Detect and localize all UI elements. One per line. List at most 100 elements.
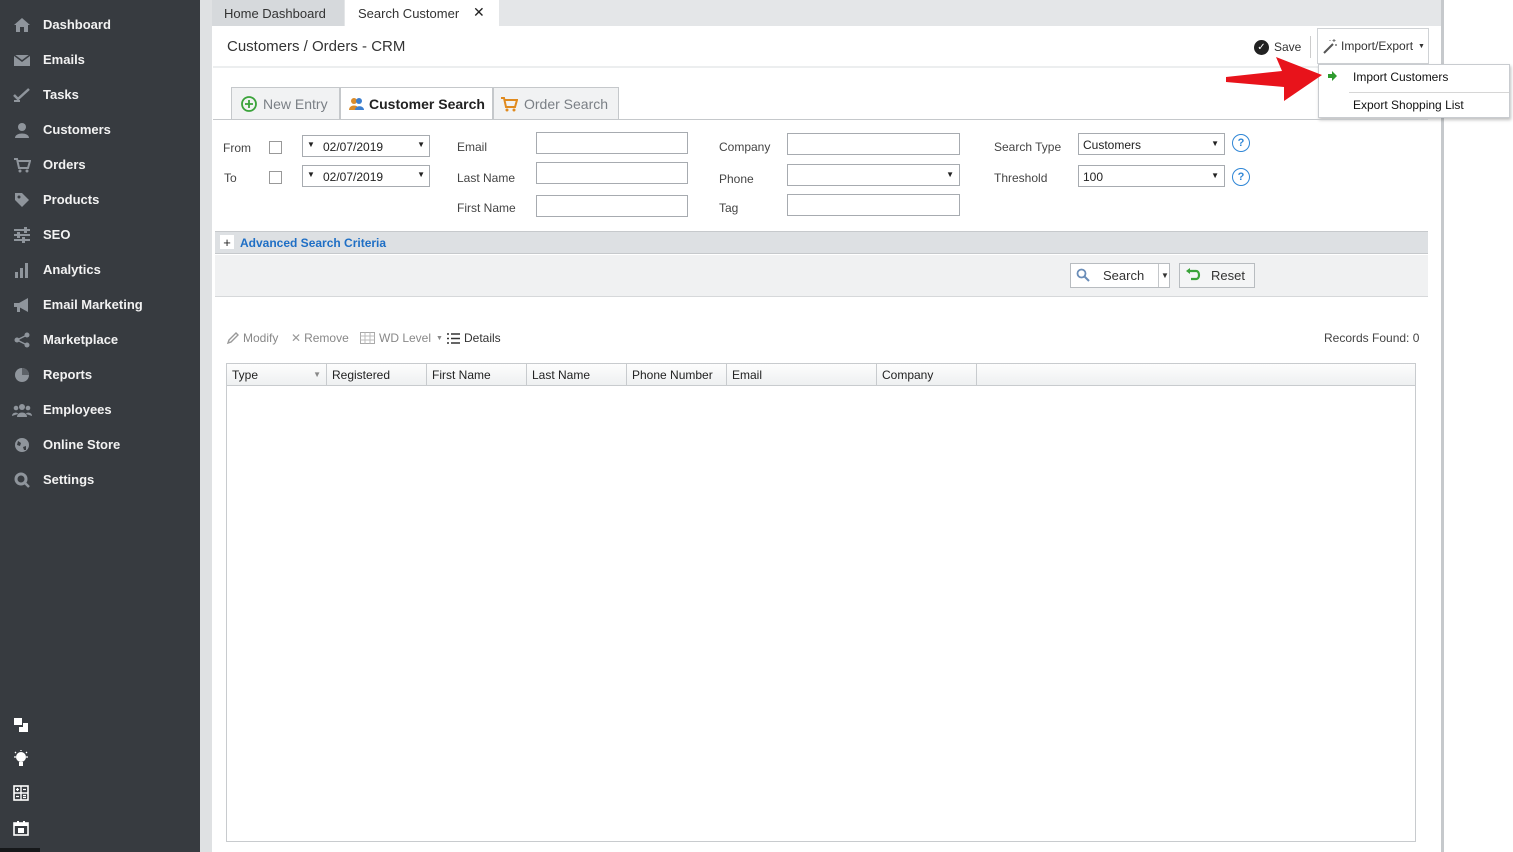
to-checkbox[interactable] bbox=[269, 171, 282, 184]
caret-down-icon: ▼ bbox=[307, 170, 315, 179]
first-name-label: First Name bbox=[457, 201, 516, 215]
threshold-select[interactable]: 100 ▼ bbox=[1078, 165, 1225, 187]
column-header-last-name[interactable]: Last Name bbox=[527, 364, 627, 385]
sidebar-item-emails[interactable]: Emails bbox=[0, 42, 200, 77]
sidebar-item-marketplace[interactable]: Marketplace bbox=[0, 322, 200, 357]
from-date-picker[interactable]: ▼ 02/07/2019 ▼ bbox=[302, 135, 430, 157]
search-button[interactable]: Search ▼ bbox=[1070, 263, 1170, 288]
sidebar-item-label: SEO bbox=[43, 227, 71, 242]
sidebar-item-label: Orders bbox=[43, 157, 86, 172]
column-header-registered[interactable]: Registered bbox=[327, 364, 427, 385]
sidebar-item-label: Products bbox=[43, 192, 100, 207]
first-name-field[interactable] bbox=[536, 195, 688, 217]
advanced-search-bar: + Advanced Search Criteria bbox=[215, 231, 1428, 254]
sidebar-item-seo[interactable]: SEO bbox=[0, 217, 200, 252]
phone-select[interactable]: ▼ bbox=[787, 164, 960, 186]
sidebar-footer-bar bbox=[0, 848, 40, 852]
tab-customer-search[interactable]: Customer Search bbox=[340, 87, 493, 120]
plus-circle-icon bbox=[241, 95, 257, 112]
subtab-divider bbox=[213, 119, 1428, 120]
save-button[interactable]: ✓ Save bbox=[1254, 37, 1301, 57]
tab-home-dashboard[interactable]: Home Dashboard bbox=[212, 0, 344, 26]
magic-wand-icon bbox=[1322, 38, 1338, 54]
column-header-company[interactable]: Company bbox=[877, 364, 977, 385]
email-label: Email bbox=[457, 140, 488, 154]
column-header-type[interactable]: Type ▼ bbox=[227, 364, 327, 385]
remove-button[interactable]: ✕ Remove bbox=[291, 330, 349, 346]
sidebar-item-label: Tasks bbox=[43, 87, 79, 102]
list-icon bbox=[447, 332, 460, 344]
lightbulb-icon[interactable] bbox=[12, 750, 30, 768]
company-field[interactable] bbox=[787, 133, 960, 155]
sidebar-item-label: Dashboard bbox=[43, 17, 111, 32]
share-icon bbox=[12, 330, 32, 350]
arrow-right-icon bbox=[1327, 71, 1337, 81]
layout-icon[interactable] bbox=[12, 716, 30, 734]
menu-item-export-shopping-list[interactable]: Export Shopping List bbox=[1353, 98, 1464, 112]
import-export-button[interactable]: Import/Export ▼ bbox=[1317, 28, 1429, 64]
chevron-down-icon[interactable]: ▼ bbox=[1161, 271, 1169, 280]
calculator-icon[interactable] bbox=[12, 784, 30, 802]
sidebar-item-online-store[interactable]: Online Store bbox=[0, 427, 200, 462]
sidebar-item-label: Employees bbox=[43, 402, 112, 417]
tab-order-search[interactable]: Order Search bbox=[493, 87, 619, 120]
last-name-label: Last Name bbox=[457, 171, 516, 185]
close-icon[interactable]: ✕ bbox=[473, 4, 485, 21]
chevron-down-icon[interactable]: ▼ bbox=[313, 370, 321, 379]
search-label: Search bbox=[1103, 268, 1145, 283]
tag-label: Tag bbox=[719, 201, 739, 215]
chevron-down-icon: ▼ bbox=[436, 334, 443, 342]
to-label: To bbox=[224, 171, 237, 185]
sidebar-item-orders[interactable]: Orders bbox=[0, 147, 200, 182]
tab-new-entry[interactable]: New Entry bbox=[231, 87, 340, 120]
tab-label: New Entry bbox=[263, 95, 328, 112]
sidebar-item-customers[interactable]: Customers bbox=[0, 112, 200, 147]
sidebar: Dashboard Emails Tasks Customers Orders … bbox=[0, 0, 200, 852]
from-label: From bbox=[223, 141, 251, 155]
tag-field[interactable] bbox=[787, 194, 960, 216]
chevron-down-icon: ▼ bbox=[946, 170, 954, 179]
wd-level-button[interactable]: WD Level ▼ bbox=[360, 330, 443, 346]
to-date-picker[interactable]: ▼ 02/07/2019 ▼ bbox=[302, 165, 430, 187]
chevron-down-icon: ▼ bbox=[1418, 42, 1425, 50]
help-icon[interactable]: ? bbox=[1232, 168, 1250, 186]
search-type-label: Search Type bbox=[994, 140, 1062, 154]
globe-icon bbox=[12, 435, 32, 455]
chevron-down-icon: ▼ bbox=[417, 140, 425, 149]
sidebar-item-reports[interactable]: Reports bbox=[0, 357, 200, 392]
modify-button[interactable]: Modify bbox=[226, 330, 278, 346]
grid-header: Type ▼ Registered First Name Last Name Ph… bbox=[227, 364, 1415, 386]
details-label: Details bbox=[464, 331, 501, 345]
sidebar-item-analytics[interactable]: Analytics bbox=[0, 252, 200, 287]
menu-item-import-customers[interactable]: Import Customers bbox=[1353, 70, 1448, 84]
calendar-icon[interactable] bbox=[12, 819, 30, 837]
results-grid: Type ▼ Registered First Name Last Name Ph… bbox=[226, 363, 1416, 842]
column-header-phone-number[interactable]: Phone Number bbox=[627, 364, 727, 385]
search-type-select[interactable]: Customers ▼ bbox=[1078, 133, 1225, 155]
from-checkbox[interactable] bbox=[269, 141, 282, 154]
email-field[interactable] bbox=[536, 132, 688, 154]
sidebar-item-products[interactable]: Products bbox=[0, 182, 200, 217]
sidebar-item-label: Analytics bbox=[43, 262, 101, 277]
column-header-first-name[interactable]: First Name bbox=[427, 364, 527, 385]
expand-toggle[interactable]: + bbox=[220, 235, 234, 250]
details-button[interactable]: Details bbox=[447, 330, 501, 346]
sidebar-item-employees[interactable]: Employees bbox=[0, 392, 200, 427]
advanced-search-link[interactable]: Advanced Search Criteria bbox=[240, 236, 386, 250]
sidebar-item-settings[interactable]: Settings bbox=[0, 462, 200, 497]
tab-search-customer[interactable]: Search Customer ✕ bbox=[345, 0, 499, 26]
reset-button[interactable]: Reset bbox=[1179, 263, 1255, 288]
envelope-icon bbox=[12, 50, 32, 70]
group-icon bbox=[12, 400, 32, 420]
sidebar-item-dashboard[interactable]: Dashboard bbox=[0, 7, 200, 42]
last-name-field[interactable] bbox=[536, 162, 688, 184]
modify-label: Modify bbox=[243, 331, 279, 345]
sidebar-item-label: Emails bbox=[43, 52, 85, 67]
column-header-email[interactable]: Email bbox=[727, 364, 877, 385]
help-icon[interactable]: ? bbox=[1232, 134, 1250, 152]
remove-label: Remove bbox=[304, 331, 349, 345]
sidebar-item-tasks[interactable]: Tasks bbox=[0, 77, 200, 112]
checkmark-icon: ✓ bbox=[1254, 39, 1269, 55]
sidebar-item-email-marketing[interactable]: Email Marketing bbox=[0, 287, 200, 322]
threshold-label: Threshold bbox=[994, 171, 1048, 185]
